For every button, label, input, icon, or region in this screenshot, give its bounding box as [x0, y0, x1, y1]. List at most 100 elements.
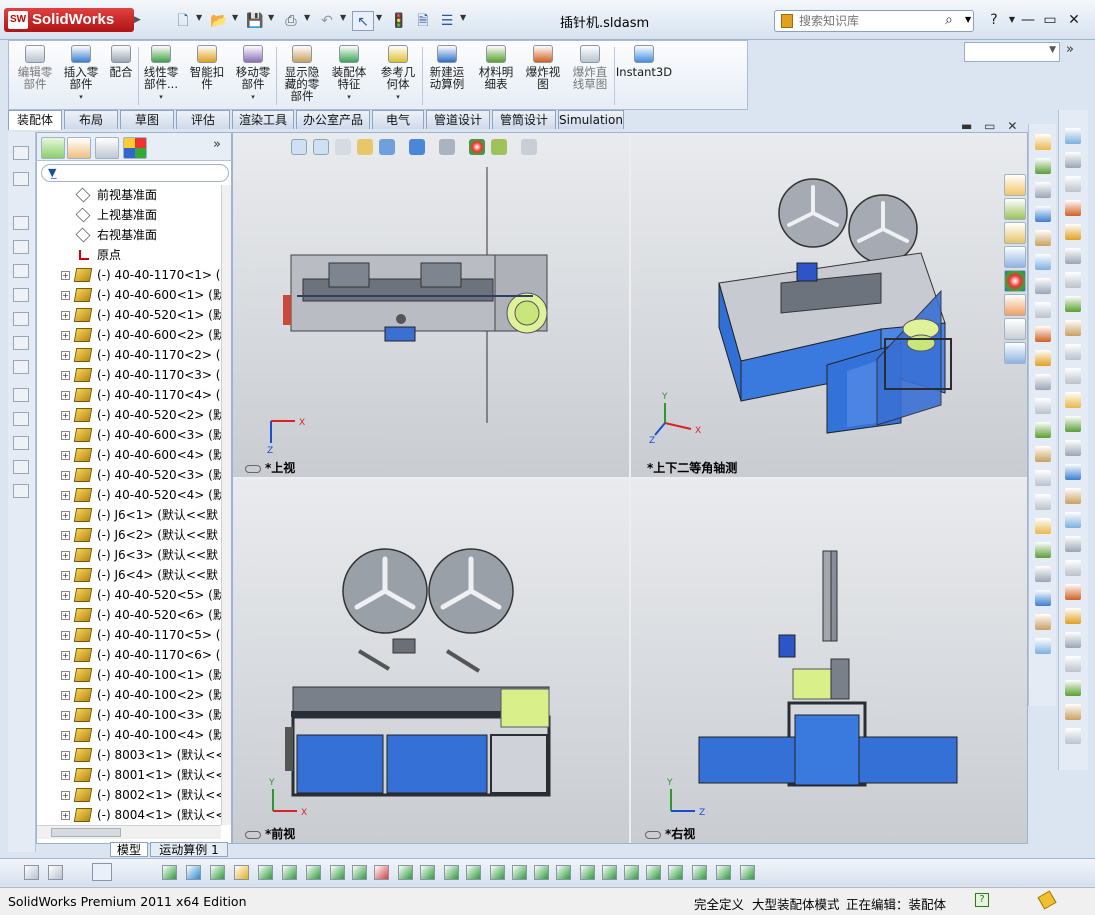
- command-button[interactable]: 插入零 部件 ▾: [59, 45, 103, 109]
- tool-icon[interactable]: [1065, 680, 1081, 696]
- tool-icon[interactable]: [1065, 584, 1081, 600]
- command-button[interactable]: 编辑零 部件: [13, 45, 57, 109]
- tool-icon[interactable]: [1035, 350, 1051, 366]
- open-dropdown-icon[interactable]: ▼: [232, 13, 240, 22]
- expand-icon[interactable]: +: [61, 371, 70, 380]
- selection-filter-icon[interactable]: [48, 865, 63, 880]
- options-icon[interactable]: ☰: [436, 11, 458, 31]
- command-tab[interactable]: 评估: [176, 110, 230, 129]
- command-button[interactable]: 参考几 何体 ▾: [375, 45, 421, 109]
- selection-filter-icon[interactable]: [466, 865, 481, 880]
- viewport-right[interactable]: Y Z *右视: [631, 479, 1027, 843]
- command-tab[interactable]: 管筒设计: [492, 110, 556, 129]
- rib-icon[interactable]: [13, 412, 29, 426]
- selection-filter-icon[interactable]: [282, 865, 297, 880]
- tree-item[interactable]: 原点: [37, 245, 221, 265]
- tool-icon[interactable]: [1065, 320, 1081, 336]
- tool-icon[interactable]: [1035, 206, 1051, 222]
- new-document-icon[interactable]: 🗋: [172, 11, 194, 31]
- design-library-icon[interactable]: [1004, 222, 1026, 244]
- command-button[interactable]: 显示隐 藏的零 部件: [279, 45, 325, 109]
- expand-icon[interactable]: +: [61, 451, 70, 460]
- expand-icon[interactable]: +: [61, 511, 70, 520]
- tree-filter[interactable]: ▼̲: [41, 164, 229, 182]
- command-button[interactable]: 移动零 部件 ▾: [231, 45, 275, 109]
- tool-icon[interactable]: [1035, 518, 1051, 534]
- property-manager-tab-icon[interactable]: [67, 137, 91, 159]
- sketch-icon[interactable]: [13, 146, 29, 160]
- tool-icon[interactable]: [1035, 566, 1051, 582]
- viewport-trimetric[interactable]: Y X Z *上下二等角轴测: [631, 133, 1027, 477]
- selection-filter-icon[interactable]: [420, 865, 435, 880]
- tool-icon[interactable]: [1035, 542, 1051, 558]
- tool-icon[interactable]: [1065, 392, 1081, 408]
- tool-icon[interactable]: [1035, 398, 1051, 414]
- expand-icon[interactable]: +: [61, 431, 70, 440]
- sustainability-icon[interactable]: [1004, 342, 1026, 364]
- tree-item[interactable]: + (-) 40-40-1170<4> (: [37, 385, 221, 405]
- tool-icon[interactable]: [1035, 614, 1051, 630]
- command-button[interactable]: 爆炸直 线草图: [567, 45, 613, 109]
- link-views-icon[interactable]: [245, 464, 261, 473]
- tool-icon[interactable]: [1035, 230, 1051, 246]
- select-arrow-icon[interactable]: [92, 863, 112, 881]
- scroll-thumb[interactable]: [51, 828, 121, 837]
- chevron-right-icon[interactable]: »: [213, 137, 221, 152]
- expand-icon[interactable]: +: [61, 411, 70, 420]
- command-button[interactable]: 爆炸视 图: [521, 45, 565, 109]
- tree-item[interactable]: + (-) 40-40-1170<5> (: [37, 625, 221, 645]
- tree-item[interactable]: + (-) 40-40-100<4> (默: [37, 725, 221, 745]
- cube-view-icon[interactable]: [13, 216, 29, 230]
- undo-dropdown-icon[interactable]: ▼: [340, 13, 348, 22]
- selection-filter-icon[interactable]: [352, 865, 367, 880]
- selection-filter-icon[interactable]: [512, 865, 527, 880]
- solidworks-logo[interactable]: SW SolidWorks: [4, 8, 134, 32]
- tool-icon[interactable]: [1035, 638, 1051, 654]
- file-properties-icon[interactable]: 🗎: [412, 11, 434, 31]
- tool-icon[interactable]: [1065, 464, 1081, 480]
- tool-icon[interactable]: [1035, 134, 1051, 150]
- save-dropdown-icon[interactable]: ▼: [268, 13, 276, 22]
- command-tab[interactable]: Simulation: [558, 110, 624, 129]
- chamfer-icon[interactable]: [13, 388, 29, 402]
- expand-icon[interactable]: +: [61, 691, 70, 700]
- expand-icon[interactable]: +: [61, 711, 70, 720]
- command-button[interactable]: 线性零 部件... ▾: [139, 45, 183, 109]
- print-icon[interactable]: ⎙: [280, 11, 302, 31]
- tool-icon[interactable]: [1065, 728, 1081, 744]
- tool-icon[interactable]: [1035, 302, 1051, 318]
- more-commands-icon[interactable]: »: [1066, 42, 1074, 57]
- tool-icon[interactable]: [1065, 368, 1081, 384]
- expand-icon[interactable]: +: [61, 731, 70, 740]
- selection-filter-icon[interactable]: [374, 865, 389, 880]
- command-tab[interactable]: 办公室产品: [296, 110, 370, 129]
- tree-item[interactable]: + (-) J6<4> (默认<<默: [37, 565, 221, 585]
- tool-icon[interactable]: [1035, 374, 1051, 390]
- selection-filter-icon[interactable]: [716, 865, 731, 880]
- selection-filter-icon[interactable]: [24, 865, 39, 880]
- search-box[interactable]: ⌕ ▼: [774, 10, 974, 32]
- revolve-icon[interactable]: [13, 264, 29, 278]
- expand-icon[interactable]: +: [61, 331, 70, 340]
- selection-filter-icon[interactable]: [330, 865, 345, 880]
- new-dropdown-icon[interactable]: ▼: [196, 13, 204, 22]
- command-tab[interactable]: 布局: [64, 110, 118, 129]
- expand-icon[interactable]: +: [61, 271, 70, 280]
- command-button[interactable]: 新建运 动算例: [423, 45, 471, 109]
- tool-icon[interactable]: [1065, 632, 1081, 648]
- selection-filter-icon[interactable]: [556, 865, 571, 880]
- tool-icon[interactable]: [1035, 470, 1051, 486]
- selection-filter-icon[interactable]: [624, 865, 639, 880]
- selection-filter-icon[interactable]: [234, 865, 249, 880]
- custom-properties-icon[interactable]: [1004, 294, 1026, 316]
- selection-filter-icon[interactable]: [210, 865, 225, 880]
- rebuild-traffic-light-icon[interactable]: 🚦: [388, 11, 410, 31]
- tag-icon[interactable]: [1037, 890, 1057, 910]
- command-button[interactable]: Instant3D: [615, 45, 673, 109]
- command-button[interactable]: 装配体 特征 ▾: [327, 45, 371, 109]
- tool-icon[interactable]: [1065, 512, 1081, 528]
- tool-icon[interactable]: [1065, 536, 1081, 552]
- expand-icon[interactable]: +: [61, 471, 70, 480]
- view-palette-icon[interactable]: [1004, 318, 1026, 340]
- cut-icon[interactable]: [13, 336, 29, 350]
